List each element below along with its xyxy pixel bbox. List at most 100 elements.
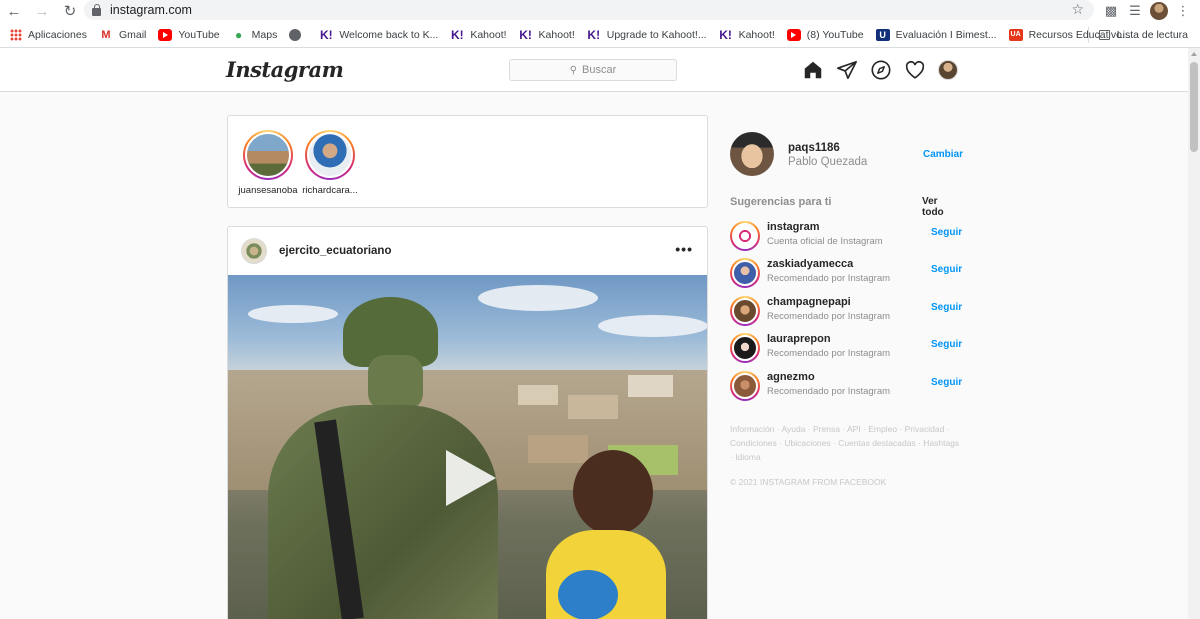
play-video-icon[interactable] <box>446 450 496 506</box>
ua-icon: UA <box>1008 28 1023 41</box>
bookmark-globe[interactable] <box>289 28 307 41</box>
house-shape <box>628 375 673 397</box>
youtube-icon <box>786 28 801 41</box>
bookmark-kahoot-upgrade[interactable]: K! Upgrade to Kahoot!... <box>587 28 706 42</box>
scroll-thumb[interactable] <box>1190 62 1198 152</box>
direct-messages-icon[interactable] <box>836 59 858 81</box>
copyright-text: © 2021 INSTAGRAM FROM FACEBOOK <box>730 477 887 487</box>
reading-list-label: Lista de lectura <box>1116 29 1188 41</box>
follow-button[interactable]: Seguir <box>931 264 962 275</box>
back-arrow-icon[interactable]: ← <box>0 0 28 22</box>
bookmark-kahoot-2[interactable]: K! Kahoot! <box>519 28 575 42</box>
story-username: juansesanoba <box>238 185 298 196</box>
bookmark-kahoot-3[interactable]: K! Kahoot! <box>719 27 775 42</box>
suggestion-item: champagnepapi Recomendado por Instagram … <box>730 293 962 327</box>
address-bar[interactable]: instagram.com ☆ <box>84 0 1094 20</box>
apps-grid-icon <box>10 28 22 41</box>
u-icon: U <box>875 28 890 41</box>
suggestion-avatar[interactable] <box>730 333 760 363</box>
bookmark-gmail[interactable]: M Gmail <box>98 28 147 41</box>
instagram-logo[interactable]: Instagram <box>226 57 344 82</box>
reload-icon[interactable]: ↻ <box>56 0 84 22</box>
search-icon: ⚲ <box>569 64 578 76</box>
bookmark-label: Kahoot! <box>470 28 507 41</box>
kahoot-icon: K! <box>451 27 464 42</box>
bookmark-label: Evaluación I Bimest... <box>895 28 997 41</box>
bookmark-kahoot-welcome[interactable]: K! Welcome back to K... <box>319 27 438 42</box>
maps-icon: ● <box>235 27 243 42</box>
bookmark-label: Kahoot! <box>538 28 575 41</box>
kahoot-icon: K! <box>719 27 732 42</box>
post-author-avatar[interactable] <box>241 238 267 264</box>
bookmark-label: Gmail <box>118 28 147 41</box>
house-shape <box>528 435 588 463</box>
url-text[interactable]: instagram.com <box>110 3 192 17</box>
suggestion-username[interactable]: lauraprepon <box>767 333 831 345</box>
profile-avatar-icon[interactable] <box>1150 2 1168 20</box>
reading-list-icon <box>1098 30 1110 40</box>
bookmark-youtube-8[interactable]: (8) YouTube <box>786 28 864 41</box>
post-video[interactable] <box>228 275 707 619</box>
bookmark-kahoot-1[interactable]: K! Kahoot! <box>450 27 507 42</box>
suggestion-avatar[interactable] <box>730 258 760 288</box>
bookmark-evaluacion[interactable]: U Evaluación I Bimest... <box>875 28 997 41</box>
bookmark-apps[interactable]: Aplicaciones <box>10 28 87 41</box>
bookmark-label: YouTube <box>178 28 220 41</box>
post-author-username[interactable]: ejercito_ecuatoriano <box>279 245 391 257</box>
kahoot-icon: K! <box>319 27 333 42</box>
footer-links[interactable]: Información · Ayuda · Prensa · API · Emp… <box>730 422 960 464</box>
avatar-photo <box>732 298 758 324</box>
suggestion-username[interactable]: instagram <box>767 221 820 233</box>
media-queue-icon[interactable]: ☰ <box>1126 2 1144 20</box>
suggestions-title: Sugerencias para ti <box>730 196 832 208</box>
more-options-icon[interactable]: ••• <box>675 241 693 257</box>
forward-arrow-icon[interactable]: → <box>28 0 56 22</box>
soldier-face-mask <box>368 355 423 410</box>
profile-avatar[interactable] <box>938 60 958 80</box>
suggestion-item: agnezmo Recomendado por Instagram Seguir <box>730 368 962 402</box>
activity-heart-icon[interactable] <box>904 59 926 81</box>
see-all-button[interactable]: Ver todo <box>922 196 960 218</box>
reading-list-button[interactable]: Lista de lectura <box>1087 22 1188 48</box>
explore-compass-icon[interactable] <box>870 59 892 81</box>
bookmark-label: Maps <box>251 28 278 41</box>
follow-button[interactable]: Seguir <box>931 339 962 350</box>
scroll-up-arrow-icon[interactable] <box>1191 52 1197 56</box>
story-item[interactable]: juansesanoba <box>236 130 300 196</box>
bookmarks-divider <box>1087 27 1089 43</box>
suggestion-username[interactable]: zaskiadyamecca <box>767 258 853 270</box>
suggestion-avatar[interactable] <box>730 296 760 326</box>
bookmark-label: Aplicaciones <box>28 28 87 41</box>
follow-button[interactable]: Seguir <box>931 377 962 388</box>
story-item[interactable]: richardcara... <box>298 130 362 196</box>
follow-button[interactable]: Seguir <box>931 227 962 238</box>
current-user-username[interactable]: paqs1186 <box>788 142 840 154</box>
suggestion-avatar[interactable] <box>730 371 760 401</box>
switch-account-button[interactable]: Cambiar <box>923 149 963 160</box>
story-ring <box>305 130 355 180</box>
suggestion-avatar[interactable] <box>730 221 760 251</box>
bookmark-youtube[interactable]: YouTube <box>158 28 220 41</box>
page-scrollbar[interactable] <box>1188 48 1200 619</box>
bookmarks-bar: Aplicaciones M Gmail YouTube ● Maps K! Welc… <box>0 22 1200 48</box>
suggestion-item: instagram Cuenta oficial de Instagram Se… <box>730 218 962 252</box>
suggestion-item: lauraprepon Recomendado por Instagram Se… <box>730 330 962 364</box>
suggestion-reason: Recomendado por Instagram <box>767 348 891 359</box>
bookmark-maps[interactable]: ● Maps <box>232 27 278 42</box>
current-user-avatar[interactable] <box>730 132 774 176</box>
home-icon[interactable] <box>802 59 824 81</box>
instagram-logo-icon <box>732 223 758 249</box>
bookmark-star-icon[interactable]: ☆ <box>1071 1 1084 18</box>
main-nav <box>802 59 958 81</box>
extensions-puzzle-icon[interactable]: ▩ <box>1102 2 1120 20</box>
bookmark-label: (8) YouTube <box>806 28 864 41</box>
follow-button[interactable]: Seguir <box>931 302 962 313</box>
kebab-menu-icon[interactable]: ⋮ <box>1174 2 1192 20</box>
suggestion-username[interactable]: champagnepapi <box>767 296 851 308</box>
search-input[interactable]: ⚲ Buscar <box>509 59 677 81</box>
feed-post: ejercito_ecuatoriano ••• <box>227 226 708 619</box>
story-ring <box>243 130 293 180</box>
suggestion-reason: Recomendado por Instagram <box>767 386 891 397</box>
browser-toolbar: ← → ↻ instagram.com ☆ ▩ ☰ ⋮ <box>0 0 1200 22</box>
suggestion-username[interactable]: agnezmo <box>767 371 815 383</box>
